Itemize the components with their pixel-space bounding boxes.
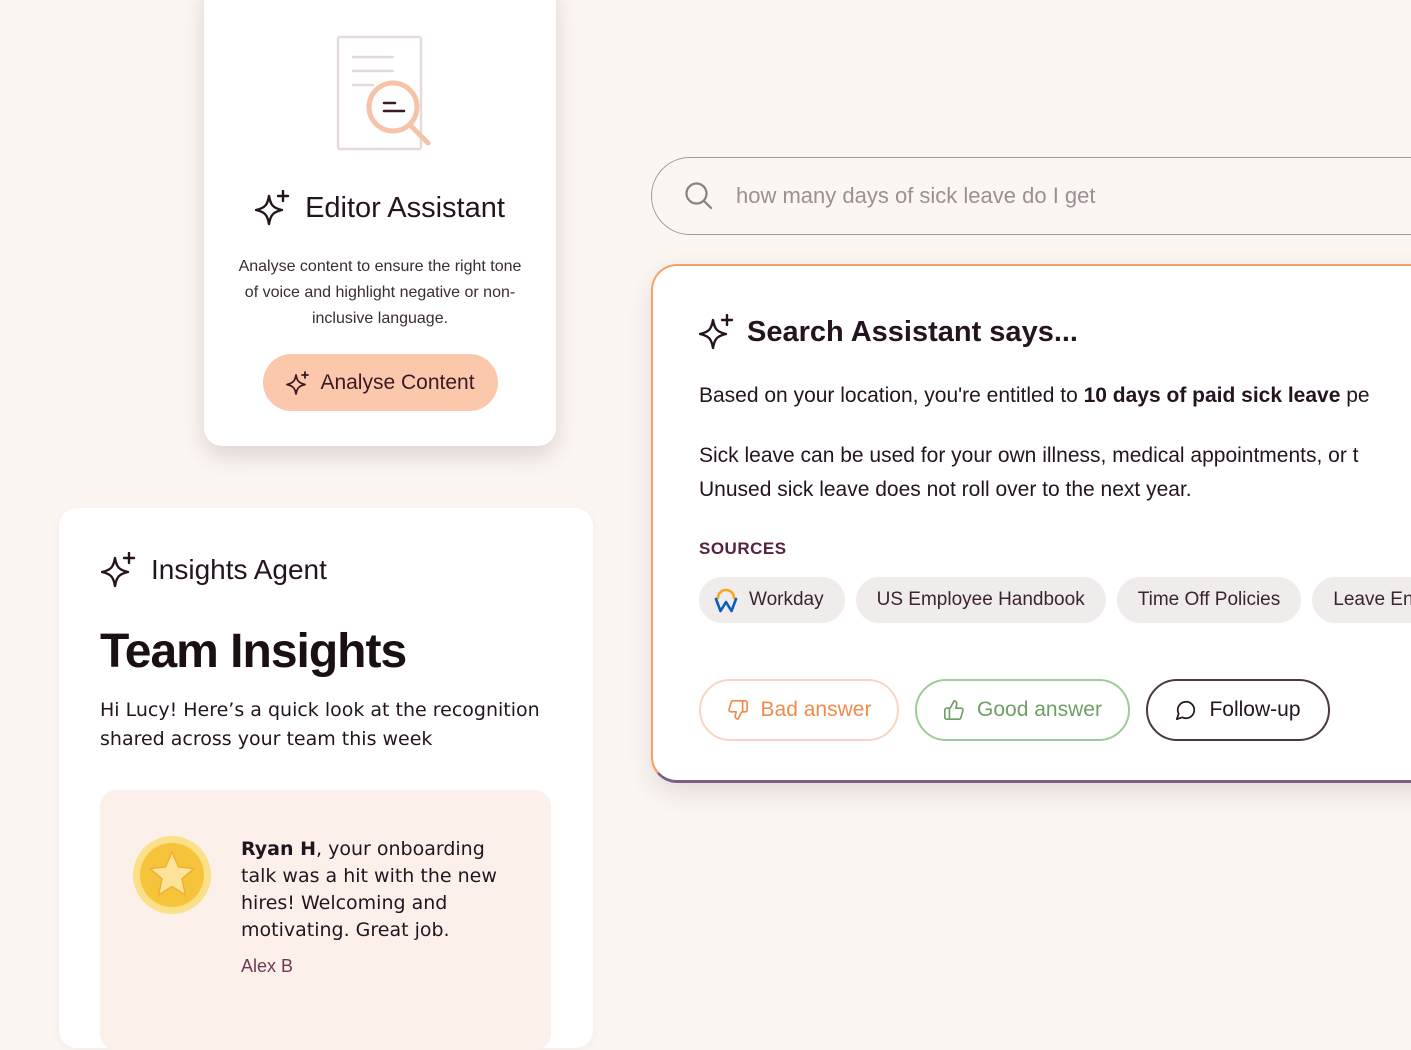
answer-line-3: Unused sick leave does not roll over to … <box>699 478 1192 501</box>
recognition-card: Ryan H, your onboarding talk was a hit w… <box>100 790 551 1050</box>
source-chip-employee-handbook[interactable]: US Employee Handbook <box>855 577 1106 623</box>
search-bar[interactable] <box>651 157 1411 235</box>
thumbs-down-icon <box>727 700 748 720</box>
source-label: Workday <box>749 589 824 610</box>
insights-intro-text: Hi Lucy! Here’s a quick look at the reco… <box>100 699 540 750</box>
editor-title-row: Editor Assistant <box>204 190 556 226</box>
workday-logo-icon <box>714 588 738 613</box>
sparkle-icon <box>255 190 290 226</box>
sparkle-icon <box>101 552 136 588</box>
follow-up-button[interactable]: Follow-up <box>1146 679 1330 741</box>
recognition-message: Ryan H, your onboarding talk was a hit w… <box>241 836 521 944</box>
document-magnifier-icon <box>336 35 431 151</box>
good-answer-button[interactable]: Good answer <box>915 679 1130 741</box>
editor-assistant-title: Editor Assistant <box>305 191 505 224</box>
sources-label: SOURCES <box>699 539 787 558</box>
answer-paragraph-2: Sick leave can be used for your own illn… <box>699 439 1359 507</box>
follow-up-label: Follow-up <box>1209 698 1301 721</box>
answer-suffix: pe <box>1340 384 1370 407</box>
source-label: US Employee Handbook <box>876 589 1085 610</box>
answer-line-2: Sick leave can be used for your own illn… <box>699 444 1359 467</box>
insights-agent-card: Insights Agent Team Insights Hi Lucy! He… <box>59 508 593 1050</box>
search-assistant-header: Search Assistant says... <box>699 314 1078 350</box>
star-medal-icon <box>133 836 211 914</box>
source-chip-workday[interactable]: Workday <box>699 577 845 623</box>
answer-highlight: 10 days of paid sick leave <box>1083 384 1341 407</box>
sparkle-icon <box>699 314 734 350</box>
thumbs-up-icon <box>944 700 964 720</box>
sparkle-icon <box>286 370 310 395</box>
editor-assistant-card: Editor Assistant Analyse content to ensu… <box>204 0 556 446</box>
insights-agent-header: Insights Agent <box>101 552 327 588</box>
answer-prefix: Based on your location, you're entitled … <box>699 384 1084 407</box>
search-icon <box>685 182 713 210</box>
source-label: Time Off Policies <box>1137 589 1281 610</box>
search-assistant-title: Search Assistant says... <box>747 315 1078 348</box>
insights-agent-label: Insights Agent <box>151 554 327 585</box>
search-assistant-card: Search Assistant says... Based on your l… <box>651 264 1411 783</box>
source-chips: Workday US Employee Handbook Time Off Po… <box>699 577 1411 623</box>
source-chip-leave-entitlements[interactable]: Leave Enti <box>1312 577 1411 623</box>
analyse-content-label: Analyse Content <box>320 370 475 394</box>
bad-answer-button[interactable]: Bad answer <box>699 679 899 741</box>
search-input[interactable] <box>734 172 1411 220</box>
team-insights-title: Team Insights <box>100 625 407 678</box>
good-answer-label: Good answer <box>977 698 1102 721</box>
source-label: Leave Enti <box>1333 589 1411 610</box>
recognition-author: Alex B <box>241 956 294 976</box>
source-chip-time-off-policies[interactable]: Time Off Policies <box>1116 577 1302 623</box>
bad-answer-label: Bad answer <box>760 698 872 721</box>
editor-assistant-description: Analyse content to ensure the right tone… <box>238 258 522 327</box>
answer-line-1: Based on your location, you're entitled … <box>699 384 1370 408</box>
feedback-row: Bad answer Good answer Follow-up <box>699 679 1330 741</box>
chat-bubble-icon <box>1176 700 1196 721</box>
analyse-content-button[interactable]: Analyse Content <box>263 354 498 411</box>
recognition-name: Ryan H <box>241 838 317 860</box>
